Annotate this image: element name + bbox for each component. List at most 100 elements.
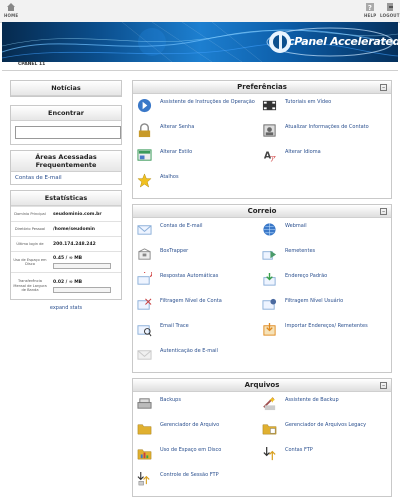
stat-row-disk-usage: Uso de Espaço em Disco 0.45 / ∞ MB [11,251,121,272]
panel-item-label: BoxTrapper [160,248,189,254]
ftp-session-icon [137,471,150,486]
panel-item[interactable]: Backups [137,394,262,419]
email-auth-icon [137,350,152,360]
search-input[interactable] [15,126,121,139]
panel-item[interactable]: Webmail [262,220,387,245]
stat-value: 200.174.248.242 [53,241,96,247]
video-icon [262,100,277,111]
panel-item[interactable]: Alterar Estilo [137,146,262,171]
panel-item[interactable]: Remetentes [262,245,387,270]
ftp-icon [263,446,276,461]
expand-stats-link[interactable]: expand stats [10,305,122,311]
find-body [11,121,121,144]
stat-label: Diretório Pessoal [14,226,46,231]
help-label: HELP [364,13,377,18]
home-label: HOME [4,13,19,18]
stat-label: Último login de [16,241,44,246]
panel-item[interactable]: Email Trace [137,320,262,345]
panel-item[interactable]: Importar Endereços/ Remetentes [262,320,387,345]
email-trace-icon [137,325,152,337]
news-title: Notícias [11,81,121,96]
brand-name: cPanel Accelerated [288,35,398,48]
disk-usage-icon [137,449,152,460]
file-manager-icon [137,424,152,435]
frequent-areas-box: Áreas Acessadas Frequentemente Contas de… [10,150,122,185]
panel-item[interactable]: Controle de Sessão FTP [137,469,262,494]
cpanel-brand: cPanel Accelerated2 [288,35,398,50]
panel-item[interactable]: Respostas Automáticas [137,270,262,295]
breadcrumb[interactable]: CPANEL 11 [18,62,45,67]
backup-wizard-icon [263,396,276,411]
panel-item[interactable]: Endereço Padrão [262,270,387,295]
wizard-icon [137,98,152,113]
stat-label: Transferência Mensal de Largura de Banda [13,279,47,293]
panel-title: Arquivos − [133,379,391,392]
panel-item-label: Contas FTP [285,447,313,453]
panel-grid: Contas de E-mail Webmail BoxTrapper Remeten… [133,218,391,372]
svg-text:?: ? [368,4,372,12]
svg-text:ア: ア [270,155,277,163]
stat-row-domain: Domínio Principal seudominio.com.br [11,206,121,221]
webmail-icon [263,223,276,236]
default-address-icon [263,272,276,286]
panel-item[interactable]: Atalhos [137,171,262,196]
panel-grid: Assistente de Instruções de Operação Tuto… [133,94,391,198]
stat-value-wrap: 0.02 / ∞ MB [49,280,121,293]
panel-item[interactable]: Contas de E-mail [137,220,262,245]
panel-item[interactable]: Assistente de Instruções de Operação [137,96,262,121]
account-filter-icon [137,298,152,310]
panel-item[interactable]: Atualizar Informações de Contato [262,121,387,146]
collapse-toggle-icon[interactable]: − [380,84,387,91]
panel-item[interactable]: Tutoriais em Vídeo [262,96,387,121]
help-button[interactable]: ? HELP [364,2,376,18]
left-column: Notícias Encontrar Áreas Acessadas Frequ… [10,80,122,311]
panel-item-label: Endereço Padrão [285,273,328,279]
collapse-toggle-icon[interactable]: − [380,382,387,389]
stats-box: Estatísticas Domínio Principal seudomini… [10,190,122,300]
frequent-link-email-accounts[interactable]: Contas de E-mail [15,175,62,181]
logout-button[interactable]: LOGOUT [380,2,400,18]
panel-item[interactable]: Assistente de Backup [262,394,387,419]
panel-files: Arquivos − Backups Assistente de Backup Gere… [132,378,392,497]
panel-item-label: Webmail [285,223,307,229]
home-button[interactable]: HOME [4,2,18,18]
style-icon [137,149,152,161]
panel-item[interactable]: Alterar Senha [137,121,262,146]
top-bar: HOME ? HELP LOGOUT [0,0,400,23]
cpanel-banner: cPanel Accelerated2 [2,22,398,62]
panel-item-label: Filtragem Nível de Conta [160,298,222,304]
panel-item-label: Backups [160,397,181,403]
contact-icon [263,124,276,137]
language-icon: Aア [264,150,277,163]
panel-item-label: Alterar Idioma [285,149,321,155]
right-column: Preferências − Assistente de Instruções de… [132,80,392,502]
star-icon [137,173,152,188]
panel-item[interactable]: Gerenciador de Arquivos Legacy [262,419,387,444]
backup-icon [137,398,152,409]
panel-item[interactable]: Uso de Espaço em Disco [137,444,262,469]
collapse-toggle-icon[interactable]: − [380,208,387,215]
stat-value: 0.02 / ∞ MB [53,279,83,285]
panel-item-label: Email Trace [160,323,189,329]
panel-item-label: Assistente de Backup [285,397,339,403]
boxtrapper-icon [138,248,151,260]
panel-item[interactable]: A ア Alterar Idioma [262,146,387,171]
panel-item[interactable]: BoxTrapper [137,245,262,270]
panel-item[interactable]: Filtragem Nível Usuário [262,295,387,320]
panel-item[interactable]: Gerenciador de Arquivo [137,419,262,444]
panel-item[interactable]: Contas FTP [262,444,387,469]
panel-item-label: Atualizar Informações de Contato [285,124,369,130]
panel-item-label: Contas de E-mail [160,223,203,229]
panel-item[interactable]: Autenticação de E-mail [137,345,262,370]
panel-item[interactable]: Filtragem Nível de Conta [137,295,262,320]
import-icon [263,322,276,336]
user-filter-icon [262,298,277,310]
panel-title: Correio − [133,205,391,218]
panel-item-label: Assistente de Instruções de Operação [160,99,255,105]
panel-title-text: Correio [247,207,277,215]
frequent-areas-title: Áreas Acessadas Frequentemente [11,151,121,172]
stat-row-home-dir: Diretório Pessoal /home/seudomin [11,221,121,236]
panel-item-label: Alterar Estilo [160,149,193,155]
home-icon [7,3,16,11]
panel-item-label: Remetentes [285,248,316,254]
